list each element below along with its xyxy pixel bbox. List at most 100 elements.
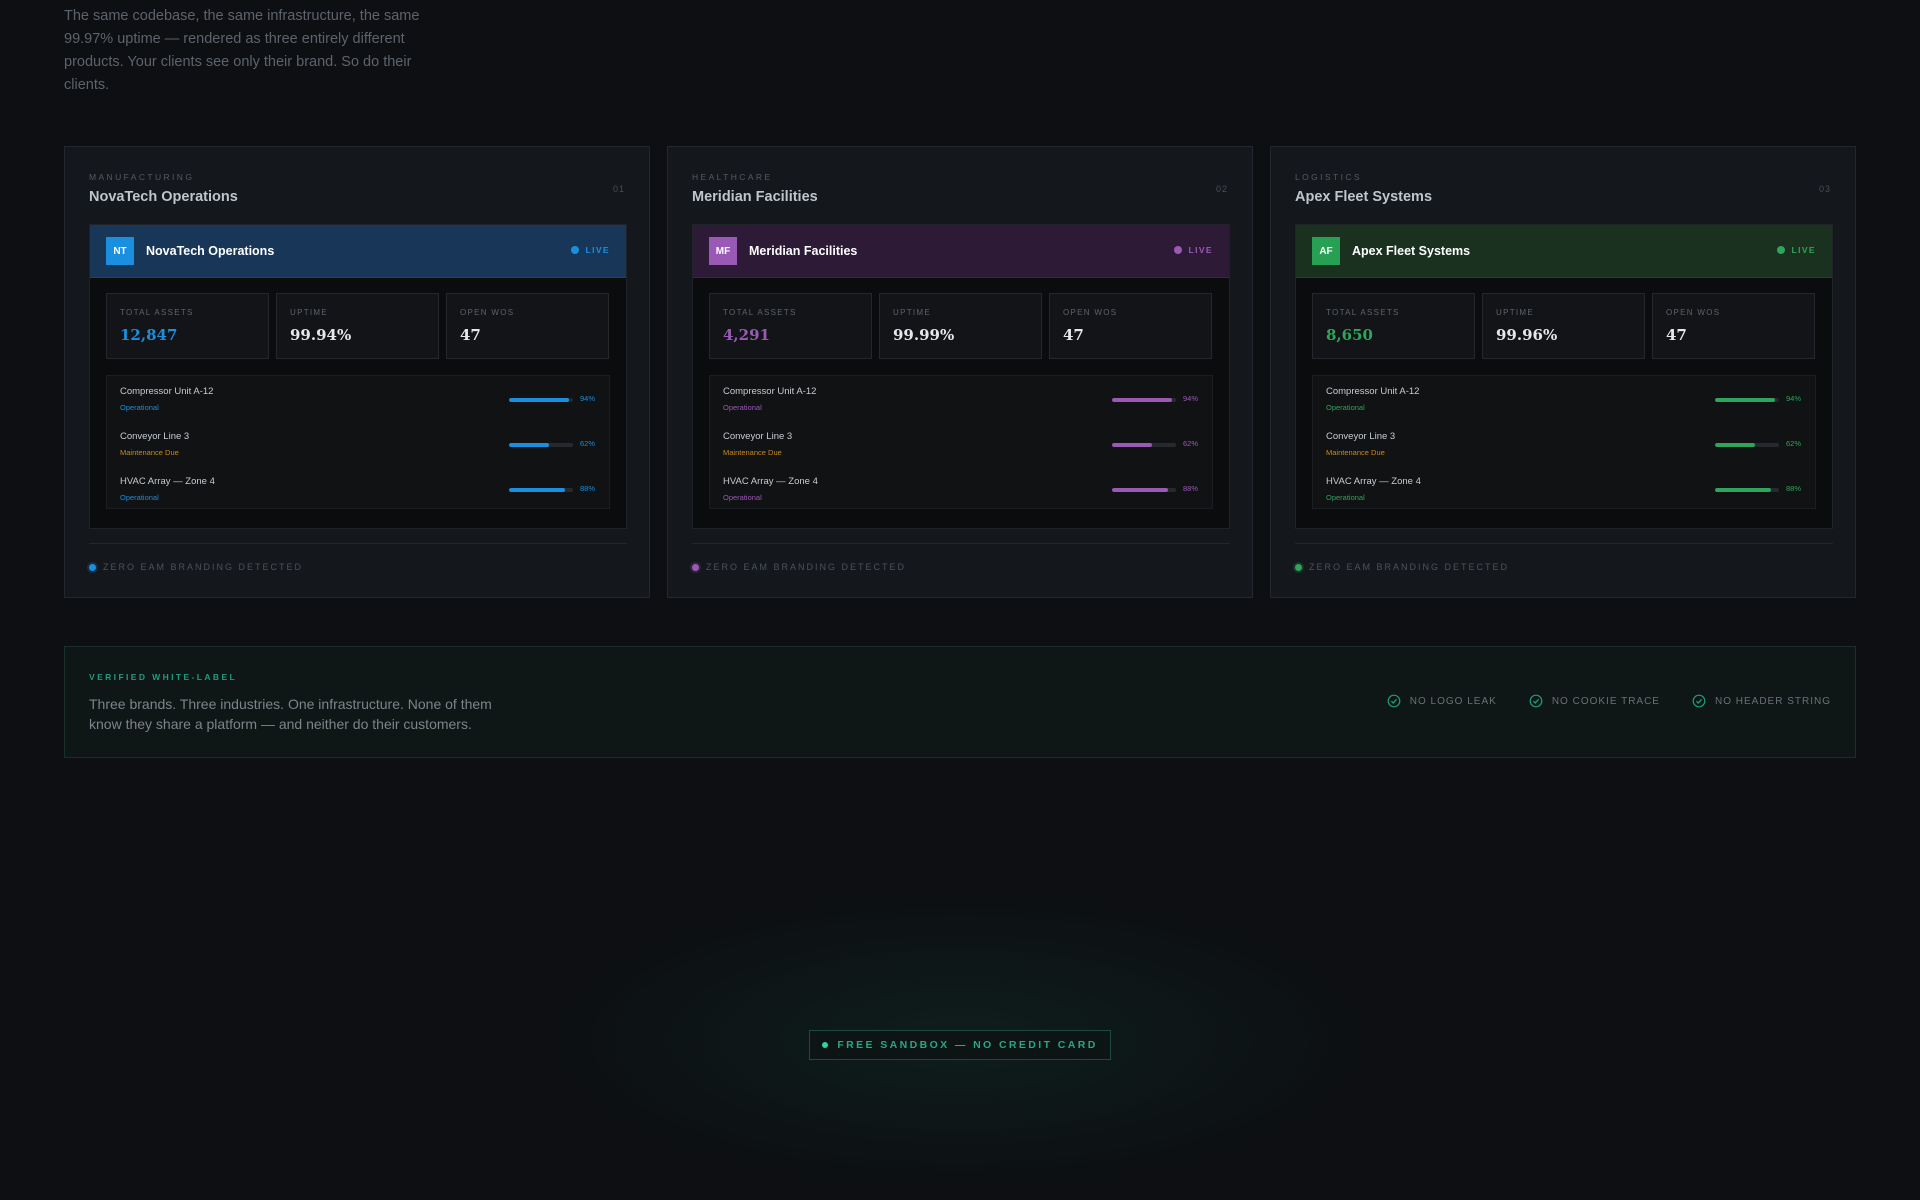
card-number: 02 bbox=[1215, 184, 1228, 194]
live-label: LIVE bbox=[585, 245, 610, 255]
health-percent: 88% bbox=[1786, 484, 1802, 493]
app-name: Meridian Facilities bbox=[749, 244, 858, 258]
asset-name: Compressor Unit A-12 bbox=[1326, 386, 1420, 397]
brand-card-novatech: MANUFACTURING NovaTech Operations 01 NT … bbox=[64, 146, 650, 598]
card-footer: ZERO EAM BRANDING DETECTED bbox=[1295, 543, 1833, 572]
check-label: NO LOGO LEAK bbox=[1409, 695, 1497, 707]
card-number: 01 bbox=[612, 184, 625, 194]
zero-branding-indicator: ZERO EAM BRANDING DETECTED bbox=[692, 562, 906, 572]
asset-name: HVAC Array — Zone 4 bbox=[120, 476, 215, 487]
asset-status: Operational bbox=[723, 403, 762, 412]
asset-row[interactable]: Compressor Unit A-12 Operational 94% bbox=[107, 382, 611, 426]
check-circle-icon bbox=[1529, 694, 1543, 708]
status-dot-icon bbox=[822, 1042, 829, 1048]
zero-branding-label: ZERO EAM BRANDING DETECTED bbox=[1309, 562, 1510, 572]
stat-value: 4,291 bbox=[723, 326, 770, 344]
asset-row[interactable]: Conveyor Line 3 Maintenance Due 62% bbox=[107, 427, 611, 471]
check-circle-icon bbox=[1692, 694, 1706, 708]
stat-total-assets: TOTAL ASSETS 8,650 bbox=[1312, 293, 1475, 359]
app-name: NovaTech Operations bbox=[146, 244, 275, 258]
asset-row[interactable]: HVAC Array — Zone 4 Operational 88% bbox=[107, 472, 611, 516]
health-bar-fill bbox=[509, 443, 549, 447]
status-dot-icon bbox=[692, 563, 699, 571]
health-bar bbox=[1112, 488, 1176, 492]
card-title: Apex Fleet Systems bbox=[1295, 189, 1433, 205]
verification-checks: NO LOGO LEAK NO COOKIE TRACE NO HEADER S… bbox=[1387, 694, 1831, 708]
stats-row: TOTAL ASSETS 4,291 UPTIME 99.99% OPEN WO… bbox=[709, 293, 1213, 359]
brand-card-apex: LOGISTICS Apex Fleet Systems 03 AF Apex … bbox=[1270, 146, 1856, 598]
status-dot-icon bbox=[1295, 563, 1302, 571]
brand-logo: NT bbox=[106, 237, 134, 265]
asset-list: Compressor Unit A-12 Operational 94% Con… bbox=[709, 375, 1213, 509]
stat-label: TOTAL ASSETS bbox=[723, 308, 797, 317]
stat-value: 47 bbox=[460, 326, 481, 344]
asset-status: Operational bbox=[120, 493, 159, 502]
health-percent: 62% bbox=[1183, 439, 1199, 448]
free-sandbox-button[interactable]: FREE SANDBOX — NO CREDIT CARD bbox=[809, 1030, 1111, 1060]
health-percent: 94% bbox=[1183, 394, 1199, 403]
health-bar-fill bbox=[1715, 398, 1776, 402]
card-number: 03 bbox=[1818, 184, 1831, 194]
asset-row[interactable]: HVAC Array — Zone 4 Operational 88% bbox=[710, 472, 1214, 516]
app-preview: AF Apex Fleet Systems LIVE TOTAL ASSETS … bbox=[1295, 224, 1833, 529]
app-preview: NT NovaTech Operations LIVE TOTAL ASSETS… bbox=[89, 224, 627, 529]
app-header: AF Apex Fleet Systems LIVE bbox=[1296, 225, 1832, 278]
asset-status: Operational bbox=[1326, 403, 1365, 412]
asset-name: Conveyor Line 3 bbox=[1326, 431, 1396, 442]
check-label: NO COOKIE TRACE bbox=[1551, 695, 1660, 707]
health-bar bbox=[1715, 488, 1779, 492]
card-title: Meridian Facilities bbox=[692, 189, 818, 205]
asset-row[interactable]: Conveyor Line 3 Maintenance Due 62% bbox=[710, 427, 1214, 471]
status-dot-icon bbox=[89, 563, 96, 571]
health-bar-fill bbox=[509, 398, 570, 402]
app-name: Apex Fleet Systems bbox=[1352, 244, 1471, 258]
check-label: NO HEADER STRING bbox=[1714, 695, 1831, 707]
asset-name: Conveyor Line 3 bbox=[120, 431, 190, 442]
zero-branding-indicator: ZERO EAM BRANDING DETECTED bbox=[89, 562, 303, 572]
stat-total-assets: TOTAL ASSETS 4,291 bbox=[709, 293, 872, 359]
asset-row[interactable]: Compressor Unit A-12 Operational 94% bbox=[1313, 382, 1817, 426]
asset-row[interactable]: Conveyor Line 3 Maintenance Due 62% bbox=[1313, 427, 1817, 471]
live-dot-icon bbox=[1776, 246, 1785, 254]
stat-open-wos: OPEN WOS 47 bbox=[1049, 293, 1212, 359]
verified-label: VERIFIED WHITE-LABEL bbox=[89, 672, 238, 682]
health-bar-fill bbox=[1112, 488, 1169, 492]
intro-paragraph: The same codebase, the same infrastructu… bbox=[64, 7, 420, 93]
stat-label: OPEN WOS bbox=[1063, 308, 1118, 317]
asset-name: Compressor Unit A-12 bbox=[723, 386, 817, 397]
stat-value: 12,847 bbox=[120, 326, 178, 344]
asset-status: Maintenance Due bbox=[120, 448, 179, 457]
stat-uptime: UPTIME 99.99% bbox=[879, 293, 1042, 359]
brand-logo: AF bbox=[1312, 237, 1340, 265]
health-bar bbox=[1715, 398, 1779, 402]
live-dot-icon bbox=[570, 246, 579, 254]
health-bar-fill bbox=[1715, 488, 1772, 492]
stat-value: 99.94% bbox=[290, 326, 352, 344]
card-industry: HEALTHCARE bbox=[692, 172, 773, 182]
health-bar-fill bbox=[1112, 398, 1173, 402]
zero-branding-label: ZERO EAM BRANDING DETECTED bbox=[706, 562, 907, 572]
asset-row[interactable]: Compressor Unit A-12 Operational 94% bbox=[710, 382, 1214, 426]
live-indicator: LIVE bbox=[1776, 245, 1817, 255]
app-header: NT NovaTech Operations LIVE bbox=[90, 225, 626, 278]
health-percent: 88% bbox=[1183, 484, 1199, 493]
zero-branding-indicator: ZERO EAM BRANDING DETECTED bbox=[1295, 562, 1509, 572]
check-no-header-string: NO HEADER STRING bbox=[1692, 694, 1831, 708]
stat-open-wos: OPEN WOS 47 bbox=[1652, 293, 1815, 359]
stat-label: OPEN WOS bbox=[1666, 308, 1721, 317]
stat-label: UPTIME bbox=[1496, 308, 1535, 317]
live-indicator: LIVE bbox=[570, 245, 611, 255]
stat-uptime: UPTIME 99.96% bbox=[1482, 293, 1645, 359]
stat-value: 47 bbox=[1063, 326, 1084, 344]
check-no-cookie-trace: NO COOKIE TRACE bbox=[1529, 694, 1660, 708]
check-circle-icon bbox=[1387, 694, 1401, 708]
app-header: MF Meridian Facilities LIVE bbox=[693, 225, 1229, 278]
health-bar bbox=[509, 443, 573, 447]
stat-label: TOTAL ASSETS bbox=[1326, 308, 1400, 317]
asset-row[interactable]: HVAC Array — Zone 4 Operational 88% bbox=[1313, 472, 1817, 516]
stat-label: TOTAL ASSETS bbox=[120, 308, 194, 317]
cta-label: FREE SANDBOX — NO CREDIT CARD bbox=[837, 1039, 1098, 1051]
stat-label: OPEN WOS bbox=[460, 308, 515, 317]
brand-logo: MF bbox=[709, 237, 737, 265]
health-percent: 62% bbox=[580, 439, 596, 448]
